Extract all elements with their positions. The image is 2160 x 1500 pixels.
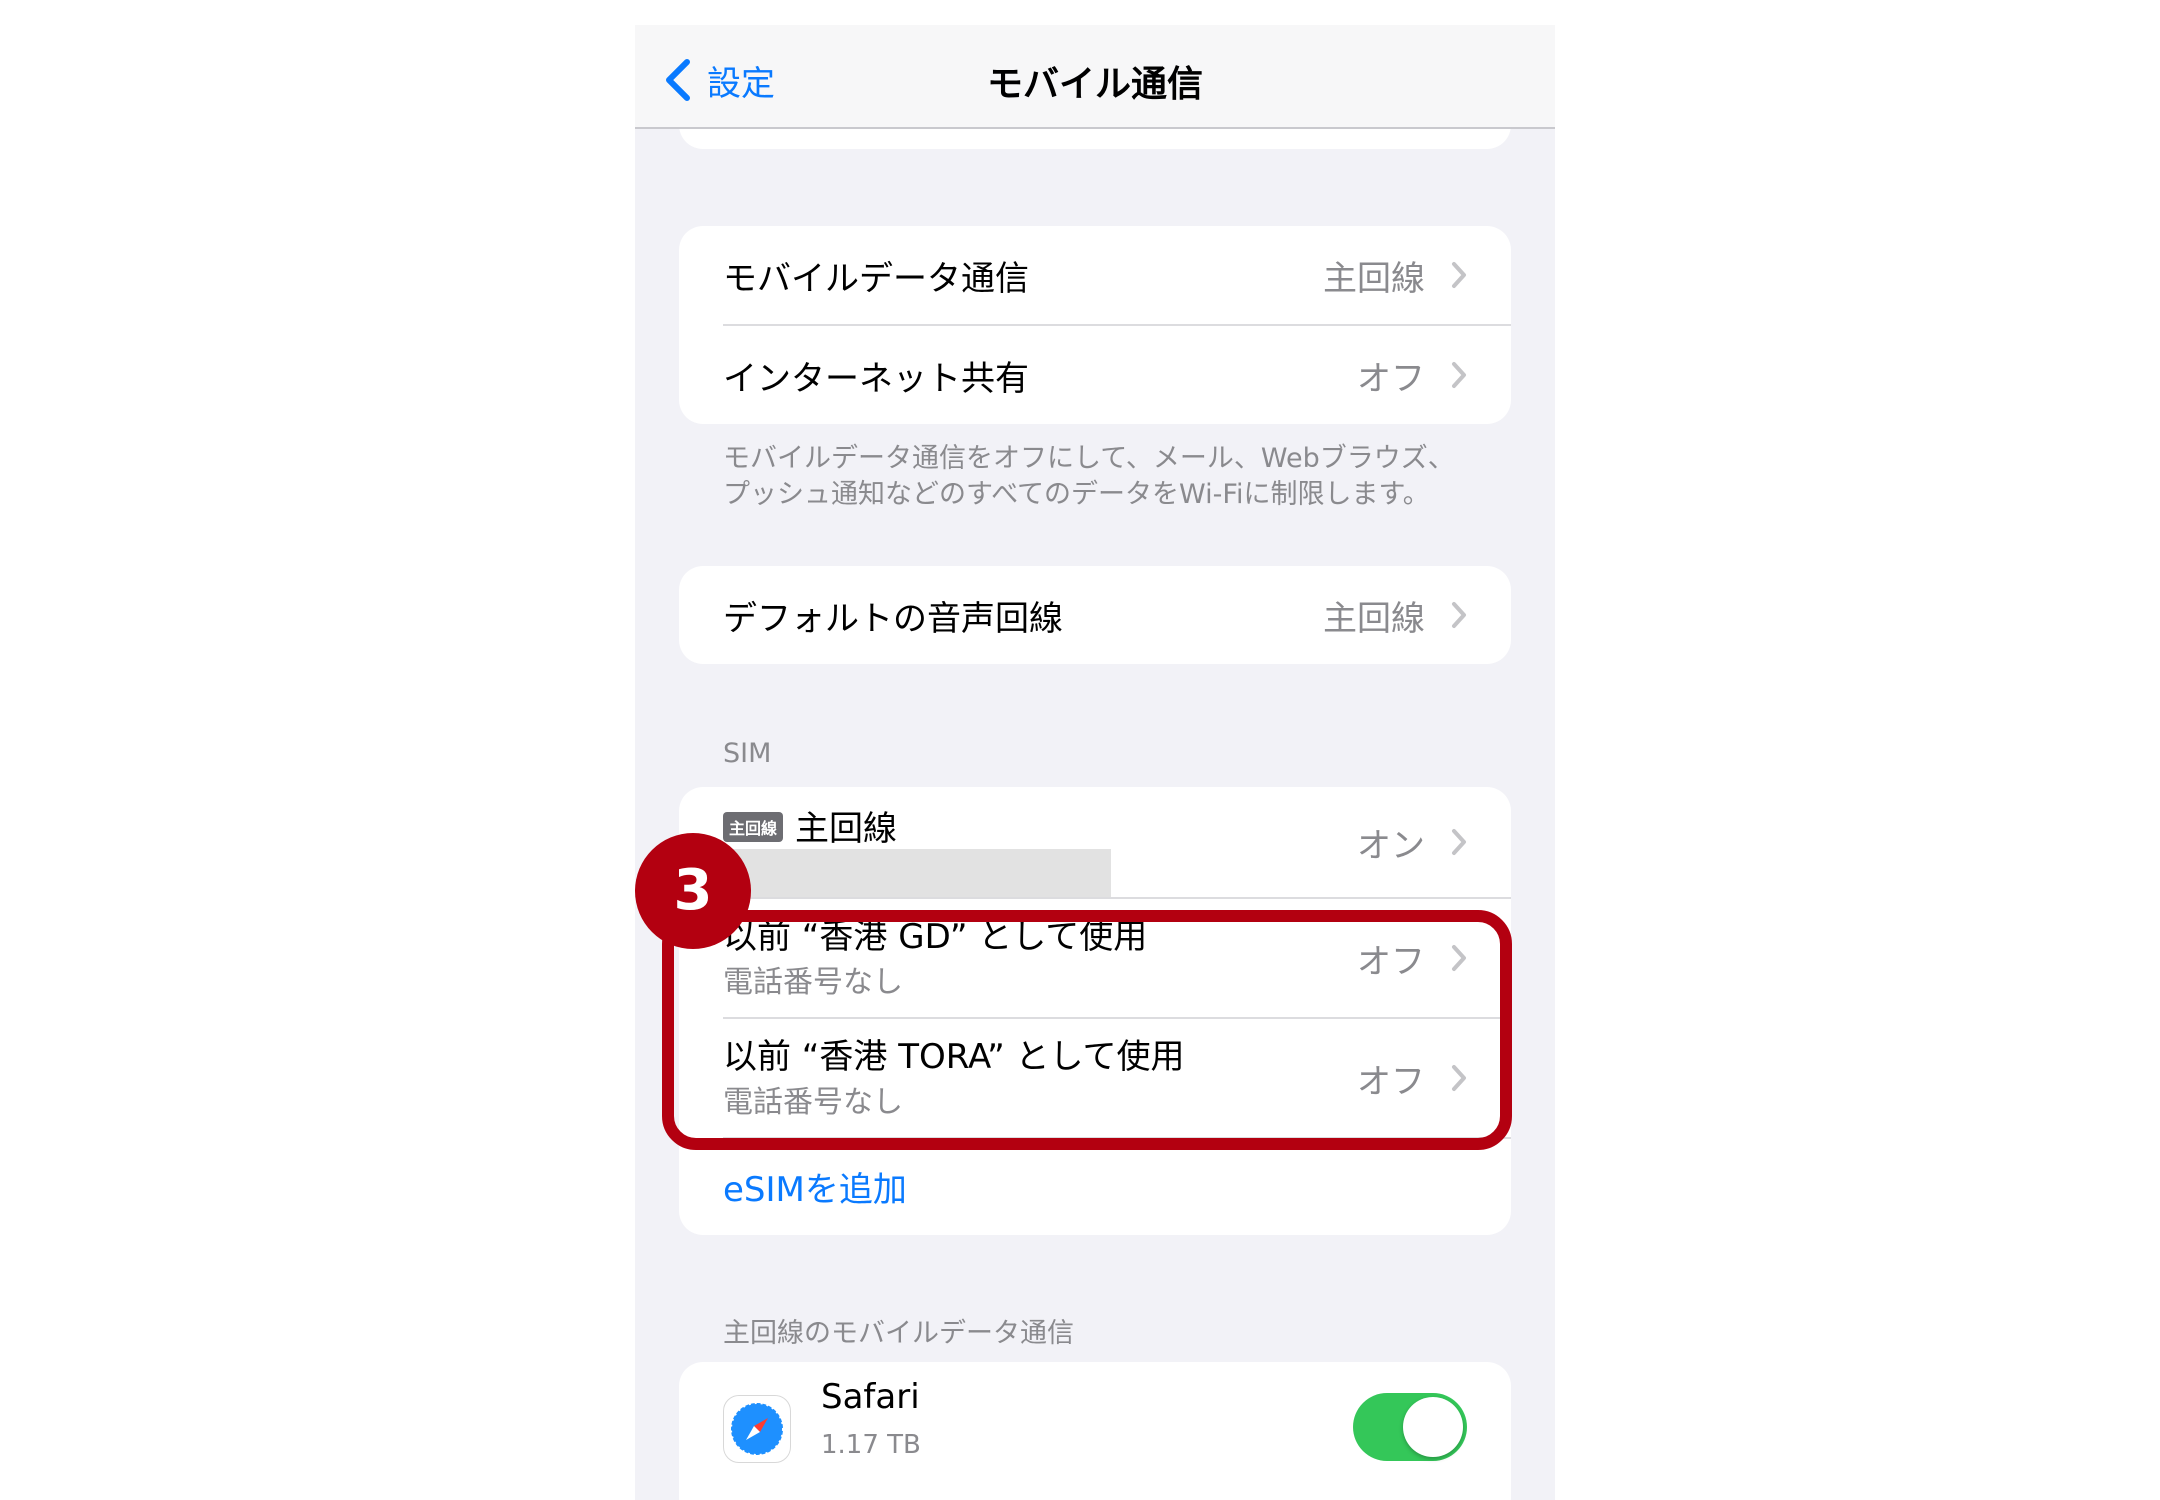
sim-previous-sublabel: 電話番号なし	[723, 1085, 903, 1120]
chevron-right-icon	[1452, 602, 1466, 628]
default-voice-group: デフォルトの音声回線 主回線	[679, 566, 1511, 664]
toggle-knob	[1403, 1397, 1463, 1457]
footnote-line: モバイルデータ通信をオフにして、メール、Webブラウズ、	[723, 443, 1455, 474]
mobile-data-group: モバイルデータ通信 主回線 インターネット共有 オフ	[679, 226, 1511, 424]
sim-previous-label: 以前 “香港 GD” として使用	[723, 917, 1148, 957]
app-name: Safari	[821, 1377, 920, 1417]
personal-hotspot-row[interactable]: インターネット共有 オフ	[679, 326, 1511, 424]
sim-section-header: SIM	[723, 738, 772, 769]
sim-previous-row[interactable]: 以前 “香港 GD” として使用 電話番号なし オフ	[679, 899, 1511, 1017]
sim-previous-row[interactable]: 以前 “香港 TORA” として使用 電話番号なし オフ	[679, 1019, 1511, 1137]
default-voice-line-label: デフォルトの音声回線	[723, 598, 1063, 639]
sim-previous-value: オフ	[1357, 941, 1425, 982]
safari-compass-icon	[723, 1395, 791, 1463]
chevron-right-icon	[1452, 1065, 1466, 1091]
sim-line-badge: 主回線	[723, 811, 784, 842]
sim-group: 主回線 主回線 オン 以前 “香港 GD” として使用 電話番号なし オフ 以前 …	[679, 787, 1511, 1235]
app-cellular-data-group: Safari 1.17 TB	[679, 1362, 1511, 1500]
safari-cellular-toggle[interactable]	[1353, 1393, 1467, 1461]
mobile-data-row[interactable]: モバイルデータ通信 主回線	[679, 226, 1511, 324]
sim-primary-row[interactable]: 主回線 主回線 オン	[679, 787, 1511, 897]
mobile-data-footnote: モバイルデータ通信をオフにして、メール、Webブラウズ、 プッシュ通知などのすべ…	[723, 441, 1483, 513]
redacted-phone-number	[723, 849, 1111, 897]
sim-primary-label: 主回線	[795, 809, 898, 849]
row-separator	[723, 1137, 1511, 1139]
sim-primary-title: 主回線 主回線	[723, 801, 897, 850]
default-voice-line-row[interactable]: デフォルトの音声回線 主回線	[679, 566, 1511, 664]
sim-previous-label: 以前 “香港 TORA” として使用	[723, 1037, 1185, 1077]
sim-primary-value: オン	[1357, 825, 1425, 866]
sim-previous-value: オフ	[1357, 1061, 1425, 1102]
mobile-data-value: 主回線	[1323, 258, 1425, 299]
settings-screen: 設定 モバイル通信 モバイルデータ通信 主回線 インターネット共有 オフ モバイ…	[635, 25, 1555, 1500]
chevron-right-icon	[1452, 362, 1466, 388]
app-data-usage: 1.17 TB	[821, 1430, 921, 1460]
add-esim-link[interactable]: eSIMを追加	[723, 1162, 907, 1211]
chevron-right-icon	[1452, 945, 1466, 971]
footnote-line: プッシュ通知などのすべてのデータをWi-Fiに制限します。	[723, 479, 1430, 510]
sim-previous-sublabel: 電話番号なし	[723, 965, 903, 1000]
chevron-right-icon	[1452, 829, 1466, 855]
personal-hotspot-label: インターネット共有	[723, 358, 1029, 399]
default-voice-line-value: 主回線	[1323, 598, 1425, 639]
navigation-bar: 設定 モバイル通信	[635, 25, 1555, 129]
mobile-data-label: モバイルデータ通信	[723, 258, 1029, 299]
page-title: モバイル通信	[986, 64, 1203, 105]
step-number-badge: 3	[635, 833, 751, 949]
personal-hotspot-value: オフ	[1357, 358, 1425, 399]
chevron-right-icon	[1452, 262, 1466, 288]
cellular-data-section-header: 主回線のモバイルデータ通信	[723, 1318, 1074, 1349]
